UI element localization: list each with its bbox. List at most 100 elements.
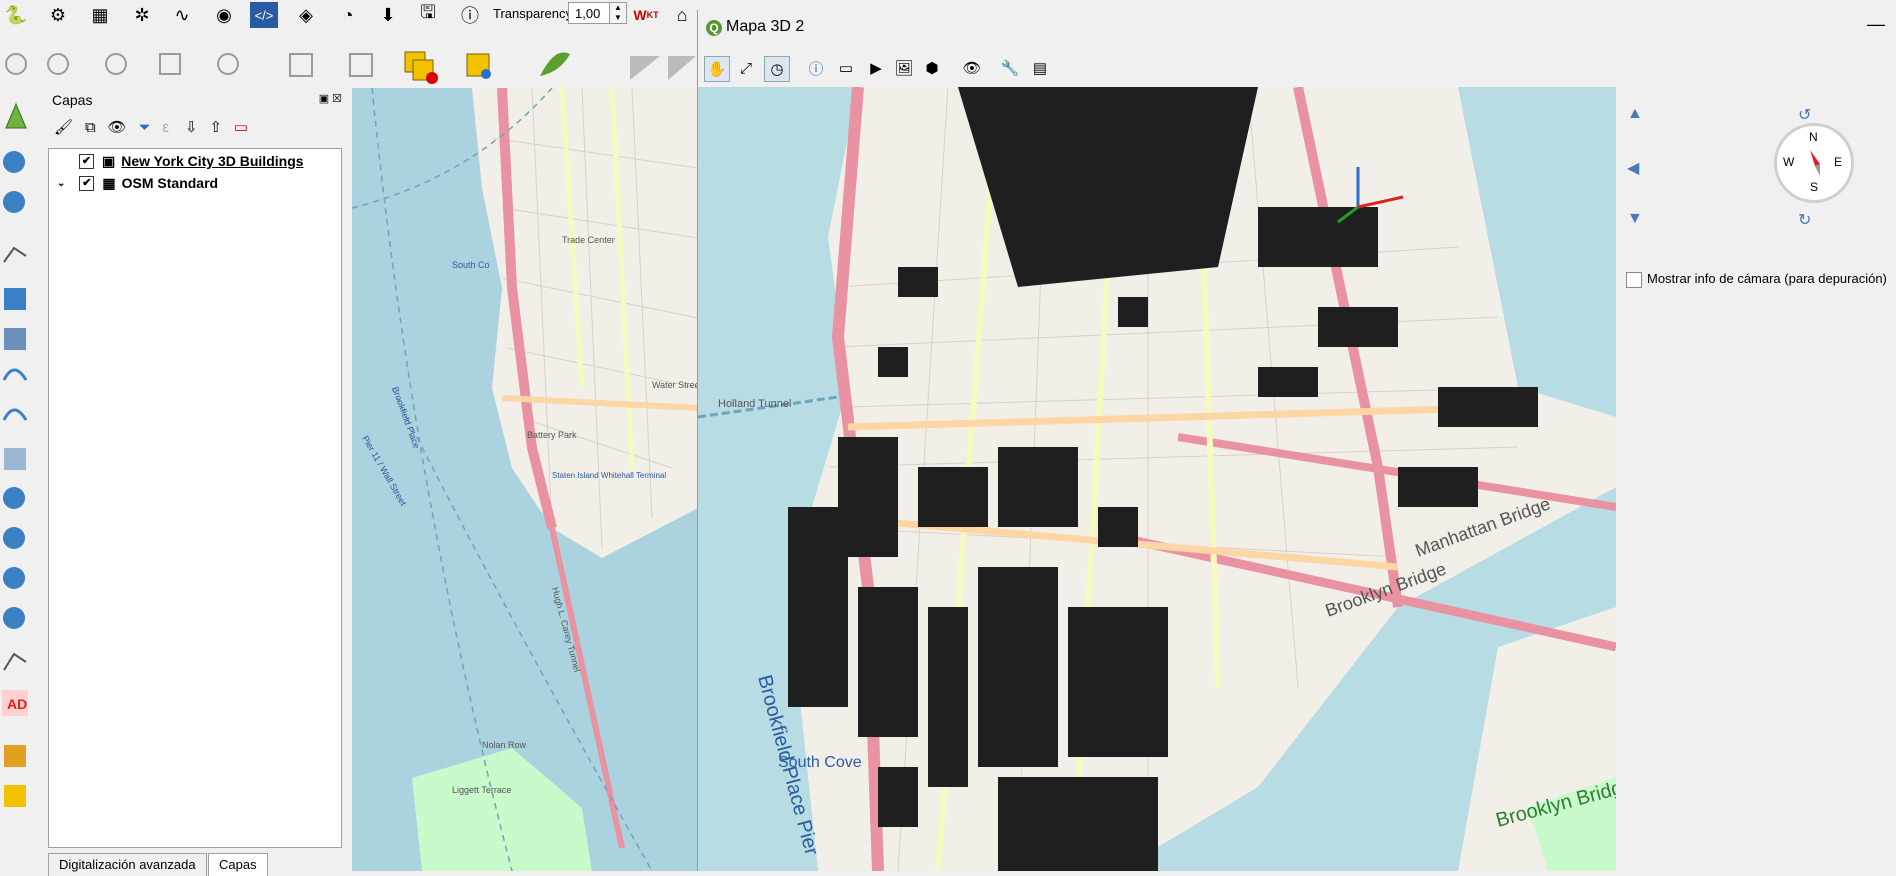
- camera-left-arrow-icon[interactable]: ◀: [1627, 158, 1639, 178]
- add-vector-icon: [3, 246, 27, 263]
- navigation-panel: [1616, 87, 1896, 871]
- map-3d-toolbar: ✋ ⤢ ◷ ⓘ ▭ ▶ 🖼 ⬢ 👁 🔧 ▤: [698, 54, 1098, 84]
- add-wms-icon: [3, 151, 25, 173]
- new-layer-icon: [4, 785, 26, 807]
- layer-row[interactable]: ⌄ ✔ ▦ OSM Standard: [57, 173, 347, 193]
- window-title: Mapa 3D 2: [726, 18, 805, 35]
- ad-label: AD: [7, 696, 27, 712]
- add-layer-icon: [4, 745, 26, 767]
- export-scene-icon[interactable]: ⬢: [920, 56, 944, 80]
- raster-tile-icon: ▦: [102, 174, 116, 191]
- minimize-button[interactable]: —: [1867, 14, 1885, 35]
- main-toolbar: 🐍 ⚙ ▦ ✲ ∿ ◉ </> ◈ ◔ ⬇ 🖫 ⓘ Transparency 1…: [0, 0, 700, 30]
- download-icon[interactable]: ⬇: [374, 2, 402, 28]
- buildings-3d-icon: ▣: [102, 152, 116, 169]
- remove-layer-icon[interactable]: ▭: [234, 119, 248, 136]
- tab-capas[interactable]: Capas: [208, 853, 268, 876]
- select-form-icon: [217, 53, 239, 75]
- deselect-icon: [105, 53, 127, 75]
- add-raster-icon: [4, 288, 26, 310]
- layer-name: OSM Standard: [121, 175, 219, 191]
- map-label: Liggett Terrace: [452, 785, 511, 795]
- data-source-manager-icon: [5, 102, 27, 129]
- processing-gear-icon[interactable]: ⚙: [44, 2, 72, 28]
- edit-tool-icon: [630, 56, 660, 80]
- compass-west: W: [1783, 155, 1795, 169]
- digitizing-toolbar-icons: [5, 51, 696, 84]
- add-postgis-icon: [3, 487, 25, 509]
- add-delimited-icon: [2, 368, 28, 381]
- layers-stack-icon[interactable]: ◈: [292, 2, 320, 28]
- map-label: Staten Island Whitehall Terminal: [552, 471, 666, 480]
- compass[interactable]: N S E W: [1774, 123, 1854, 203]
- wkt-icon[interactable]: W KT: [632, 2, 660, 28]
- python-icon[interactable]: 🐍: [2, 2, 30, 28]
- camera-sync-icon[interactable]: ◷: [764, 56, 790, 82]
- network-icon[interactable]: ✲: [128, 2, 156, 28]
- map-label: Nolan Row: [482, 740, 527, 750]
- paint-brush-icon[interactable]: 🖌: [54, 119, 73, 136]
- add-wcs-icon: [3, 527, 25, 549]
- animation-play-icon[interactable]: ▶: [864, 56, 888, 80]
- save-icon[interactable]: 🖫: [414, 2, 442, 28]
- layers-toolbar: 🖌 ⧉ 👁 ⏷ ε ⇩ ⇧ ▭: [54, 118, 248, 136]
- left-toolbar-icons: AD: [2, 102, 28, 807]
- globe-dark-icon[interactable]: ◉: [210, 2, 238, 28]
- tab-digitalizacion[interactable]: Digitalización avanzada: [48, 853, 207, 876]
- filter-icon[interactable]: ⏷: [138, 119, 150, 136]
- map-label: Holland Tunnel: [718, 398, 791, 410]
- compass-east: E: [1834, 155, 1843, 169]
- add-virtual-icon: [4, 448, 26, 470]
- collapse-all-icon[interactable]: ⇧: [209, 119, 222, 136]
- layer-checkbox[interactable]: ✔: [79, 175, 95, 191]
- map-label: Battery Park: [527, 430, 577, 440]
- home-icon[interactable]: ⌂: [668, 2, 696, 28]
- expand-all-icon[interactable]: ⇩: [185, 119, 198, 136]
- camera-info-checkbox[interactable]: [1626, 272, 1642, 288]
- select-rect-icon: [159, 53, 181, 75]
- layers-tree: ✔ ▣ New York City 3D Buildings ⌄ ✔ ▦ OSM…: [48, 148, 342, 848]
- rotate-ccw-icon[interactable]: ↺: [1798, 105, 1811, 125]
- expression-filter-icon[interactable]: ε: [162, 119, 169, 136]
- rotate-cw-icon[interactable]: ↻: [1798, 210, 1811, 230]
- select-value-icon: [47, 53, 69, 75]
- options-wrench-icon[interactable]: 🔧: [998, 56, 1022, 80]
- identify-icon[interactable]: ⓘ: [804, 56, 828, 80]
- map-label: South Co: [452, 260, 490, 270]
- measure-icon[interactable]: ▭: [834, 56, 858, 80]
- map-themes-icon[interactable]: ▤: [1028, 56, 1052, 80]
- edit-tool2-icon: [668, 56, 696, 80]
- code-icon[interactable]: </>: [250, 2, 278, 28]
- delete-badge-icon: [426, 72, 438, 84]
- add-line-icon: [3, 652, 27, 671]
- compass-needle-icon: [1810, 150, 1820, 176]
- info-layer-icon[interactable]: ⓘ: [456, 2, 484, 28]
- pan-hand-icon[interactable]: ✋: [704, 56, 730, 82]
- map-label: Trade Center: [562, 235, 615, 245]
- add-wfs-icon: [3, 191, 25, 213]
- save-image-icon[interactable]: 🖼: [892, 56, 916, 80]
- map-3d-viewport[interactable]: Brookfield Place Pier Holland Tunnel Man…: [698, 87, 1616, 871]
- map-label: Water Street: [652, 380, 698, 390]
- camera-down-arrow-icon[interactable]: ▼: [1627, 210, 1643, 228]
- panel-window-buttons[interactable]: ▣ ☒: [319, 92, 342, 105]
- compass-south: S: [1810, 180, 1819, 194]
- zoom-full-icon[interactable]: ⤢: [734, 56, 758, 80]
- transparency-spinner[interactable]: ▲ ▼: [609, 2, 627, 24]
- add-mesh-icon: [4, 328, 26, 350]
- add-spatialite-icon: [2, 408, 28, 421]
- camera-up-arrow-icon[interactable]: ▲: [1627, 105, 1643, 123]
- layer-name: New York City 3D Buildings: [121, 153, 304, 169]
- view-eye-icon[interactable]: 👁: [960, 56, 984, 80]
- map-3d-window: Q Mapa 3D 2 — ✋ ⤢ ◷ ⓘ ▭ ▶ 🖼 ⬢ 👁 🔧 ▤ Broo…: [697, 10, 1896, 871]
- gauge-icon[interactable]: ◔: [334, 2, 362, 28]
- add-group-icon[interactable]: ⧉: [85, 119, 96, 136]
- map-canvas-2d[interactable]: Trade Center Water Street South Co Brook…: [352, 88, 698, 871]
- layer-checkbox[interactable]: ✔: [79, 153, 94, 169]
- add-arcgis-icon: [3, 567, 25, 589]
- layer-row[interactable]: ✔ ▣ New York City 3D Buildings: [79, 151, 369, 171]
- curve-icon[interactable]: ∿: [168, 2, 196, 28]
- eye-icon[interactable]: 👁: [108, 119, 127, 136]
- chevron-down-icon[interactable]: ⌄: [57, 178, 65, 189]
- grid-icon[interactable]: ▦: [86, 2, 114, 28]
